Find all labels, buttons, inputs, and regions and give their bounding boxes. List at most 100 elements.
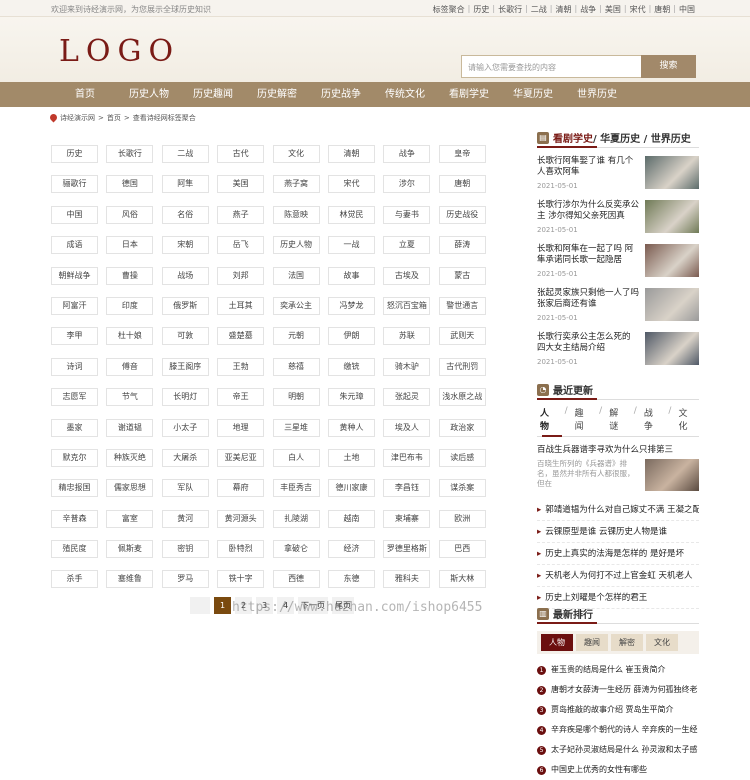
tag-link[interactable]: 越南 — [327, 509, 375, 528]
tag-link[interactable]: 古代刑罚 — [438, 357, 486, 376]
list-item[interactable]: 天机老人为何打不过上官金虹 天机老人 — [537, 565, 699, 587]
tag-link[interactable]: 西德 — [272, 570, 320, 589]
tag-link[interactable]: 幕府 — [217, 479, 265, 498]
recent-tab[interactable]: 战争 — [641, 406, 665, 432]
news-item[interactable]: 长歌行阿隼娶了谁 有几个人喜欢阿隼 2021-05-01 — [537, 156, 699, 200]
news-thumbnail[interactable] — [645, 156, 699, 189]
tag-link[interactable]: 风俗 — [106, 205, 154, 224]
tag-link[interactable]: 柬埔寨 — [383, 509, 431, 528]
tag-link[interactable]: 浅水原之战 — [438, 388, 486, 407]
tag-link[interactable]: 铁十字 — [217, 570, 265, 589]
tag-link[interactable]: 名俗 — [161, 205, 209, 224]
tag-link[interactable]: 一战 — [327, 236, 375, 255]
tag-link[interactable]: 罗马 — [161, 570, 209, 589]
tag-link[interactable]: 经济 — [327, 540, 375, 559]
tag-link[interactable]: 扎陵湖 — [272, 509, 320, 528]
ranking-item[interactable]: 1 崔玉贵的结局是什么 崔玉贵简介 — [537, 660, 699, 680]
tag-link[interactable]: 故事 — [327, 266, 375, 285]
tag-link[interactable]: 杜十娘 — [106, 327, 154, 346]
news-thumbnail[interactable] — [645, 288, 699, 321]
ranking-item[interactable]: 5 太子妃孙灵淑结局是什么 孙灵淑和太子感 — [537, 740, 699, 760]
breadcrumb-home[interactable]: 首页 — [107, 113, 121, 123]
ranking-tab[interactable]: 解密 — [611, 634, 643, 651]
nav-item[interactable]: 世界历史 — [565, 82, 629, 107]
news-title[interactable]: 张起灵家族只剩他一人了吗 张家后裔还有谁 — [537, 288, 641, 310]
nav-item[interactable]: 传统文化 — [373, 82, 437, 107]
tag-link[interactable]: 皇帝 — [438, 145, 486, 163]
tag-link[interactable]: 古埃及 — [383, 266, 431, 285]
tag-link[interactable]: 林觉民 — [327, 205, 375, 224]
tag-link[interactable]: 朱元璋 — [327, 388, 375, 407]
news-item[interactable]: 长歌和阿隼在一起了吗 阿隼承诺同长歌一起隐居 2021-05-01 — [537, 244, 699, 288]
tag-link[interactable]: 黄种人 — [327, 418, 375, 437]
news-item[interactable]: 长歌行奕承公主怎么死的 四大女主结局介绍 2021-05-01 — [537, 332, 699, 376]
tag-link[interactable]: 张起灵 — [383, 388, 431, 407]
tag-link[interactable]: 种族灭绝 — [106, 448, 154, 467]
nav-item[interactable]: 首页 — [53, 82, 117, 107]
tag-link[interactable]: 唐朝 — [438, 175, 486, 194]
tag-link[interactable]: 默克尔 — [51, 448, 98, 467]
recent-tab[interactable]: 解谜 — [606, 406, 630, 432]
tag-link[interactable]: 慈禧 — [272, 357, 320, 376]
tag-link[interactable]: 节气 — [106, 388, 154, 407]
tag-link[interactable]: 与妻书 — [383, 205, 431, 224]
tag-link[interactable]: 谋杀案 — [438, 479, 486, 498]
tag-link[interactable]: 土地 — [327, 448, 375, 467]
tag-link[interactable]: 骑木驴 — [383, 357, 431, 376]
tag-link[interactable]: 法国 — [272, 266, 320, 285]
news-thumbnail[interactable] — [645, 244, 699, 277]
nav-item[interactable]: 历史人物 — [117, 82, 181, 107]
tag-link[interactable]: 丰臣秀吉 — [272, 479, 320, 498]
tag-link[interactable]: 帝王 — [217, 388, 265, 407]
nav-item[interactable]: 历史趣闻 — [181, 82, 245, 107]
pager-prev[interactable] — [190, 597, 210, 614]
tag-link[interactable]: 斯大林 — [438, 570, 486, 589]
tag-link[interactable]: 清朝 — [327, 145, 375, 163]
news-item[interactable]: 长歌行涉尔为什么反奕承公主 涉尔得知父亲死因真 2021-05-01 — [537, 200, 699, 244]
site-logo[interactable]: LOGO — [59, 34, 180, 69]
news-thumbnail[interactable] — [645, 200, 699, 233]
tag-link[interactable]: 印度 — [106, 296, 154, 315]
tag-link[interactable]: 滕王阁序 — [161, 357, 209, 376]
search-button[interactable]: 搜索 — [641, 55, 696, 78]
search-input[interactable]: 请输入您需要查找的内容 — [461, 55, 642, 78]
news-title[interactable]: 长歌和阿隼在一起了吗 阿隼承诺同长歌一起隐居 — [537, 244, 641, 266]
featured-update-title[interactable]: 百战生兵器谱李寻欢为什么只排第三 — [537, 443, 699, 455]
tag-link[interactable]: 可敦 — [161, 327, 209, 346]
tag-link[interactable]: 武则天 — [438, 327, 486, 346]
tag-link[interactable]: 冯梦龙 — [327, 296, 375, 315]
tag-link[interactable]: 涉尔 — [383, 175, 431, 194]
top-link[interactable]: 历史 — [470, 4, 492, 15]
top-link[interactable]: 宋代 — [627, 4, 649, 15]
tag-link[interactable]: 战争 — [383, 145, 431, 163]
tag-link[interactable]: 刘邦 — [217, 266, 265, 285]
tag-link[interactable]: 古代 — [217, 145, 265, 163]
tag-link[interactable]: 燕子 — [217, 205, 265, 224]
ranking-tab[interactable]: 人物 — [541, 634, 573, 651]
news-title[interactable]: 长歌行涉尔为什么反奕承公主 涉尔得知父亲死因真 — [537, 200, 641, 222]
tag-link[interactable]: 盛楚墓 — [217, 327, 265, 346]
tag-link[interactable]: 巴西 — [438, 540, 486, 559]
tag-link[interactable]: 立夏 — [383, 236, 431, 255]
top-link[interactable]: 标签聚合 — [430, 4, 468, 15]
tag-link[interactable]: 白人 — [272, 448, 320, 467]
tag-link[interactable]: 燕子窝 — [272, 175, 320, 194]
top-link[interactable]: 二战 — [528, 4, 550, 15]
tag-link[interactable]: 二战 — [161, 145, 209, 163]
tag-link[interactable]: 殖民度 — [51, 540, 98, 559]
tag-link[interactable]: 阿隼 — [161, 175, 209, 194]
list-item[interactable]: 云锞原型是谁 云锞历史人物是谁 — [537, 521, 699, 543]
tag-link[interactable]: 宋代 — [327, 175, 375, 194]
tag-link[interactable]: 骊歌行 — [51, 175, 98, 194]
tag-link[interactable]: 杀手 — [51, 570, 98, 589]
tag-link[interactable]: 日本 — [106, 236, 154, 255]
top-link[interactable]: 唐朝 — [651, 4, 673, 15]
ranking-item[interactable]: 6 中国史上优秀的女性有哪些 — [537, 760, 699, 780]
tag-link[interactable]: 长歌行 — [106, 145, 154, 163]
ranking-item[interactable]: 4 辛弃疾是哪个朝代的诗人 辛弃疾的一生经 — [537, 720, 699, 740]
recent-tab[interactable]: 人物 — [537, 406, 561, 432]
recent-tab[interactable]: 趣闻 — [572, 406, 596, 432]
tag-link[interactable]: 土耳其 — [217, 296, 265, 315]
tag-link[interactable]: 大屠杀 — [161, 448, 209, 467]
ranking-title[interactable]: 唐朝才女薛涛一生经历 薛涛为何孤独终老 — [551, 680, 698, 700]
